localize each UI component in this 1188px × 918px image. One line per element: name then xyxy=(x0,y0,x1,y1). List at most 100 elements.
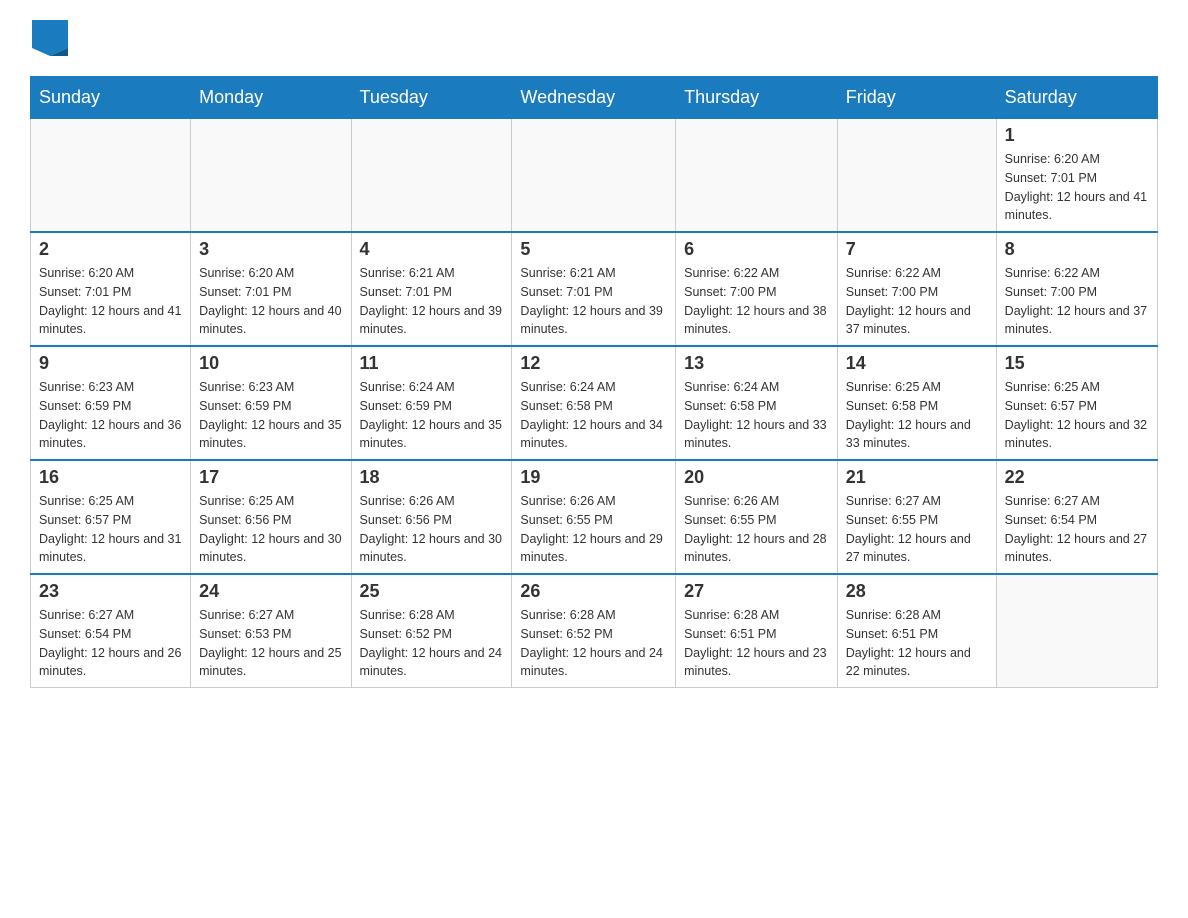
day-of-week-header: Thursday xyxy=(676,77,838,119)
day-number: 16 xyxy=(39,467,182,488)
day-info: Sunrise: 6:23 AM Sunset: 6:59 PM Dayligh… xyxy=(199,378,342,453)
day-number: 23 xyxy=(39,581,182,602)
day-info: Sunrise: 6:27 AM Sunset: 6:53 PM Dayligh… xyxy=(199,606,342,681)
calendar-day-cell xyxy=(512,119,676,233)
day-number: 14 xyxy=(846,353,988,374)
calendar-day-cell: 22 Sunrise: 6:27 AM Sunset: 6:54 PM Dayli… xyxy=(996,460,1157,574)
day-number: 6 xyxy=(684,239,829,260)
day-info: Sunrise: 6:26 AM Sunset: 6:56 PM Dayligh… xyxy=(360,492,504,567)
day-info: Sunrise: 6:24 AM Sunset: 6:58 PM Dayligh… xyxy=(684,378,829,453)
calendar-day-cell xyxy=(191,119,351,233)
day-number: 18 xyxy=(360,467,504,488)
calendar-day-cell: 14 Sunrise: 6:25 AM Sunset: 6:58 PM Dayli… xyxy=(837,346,996,460)
day-number: 27 xyxy=(684,581,829,602)
calendar-day-cell: 16 Sunrise: 6:25 AM Sunset: 6:57 PM Dayli… xyxy=(31,460,191,574)
day-info: Sunrise: 6:22 AM Sunset: 7:00 PM Dayligh… xyxy=(846,264,988,339)
day-number: 10 xyxy=(199,353,342,374)
day-info: Sunrise: 6:26 AM Sunset: 6:55 PM Dayligh… xyxy=(684,492,829,567)
calendar-day-cell: 26 Sunrise: 6:28 AM Sunset: 6:52 PM Dayli… xyxy=(512,574,676,688)
day-of-week-header: Monday xyxy=(191,77,351,119)
calendar-day-cell: 27 Sunrise: 6:28 AM Sunset: 6:51 PM Dayli… xyxy=(676,574,838,688)
day-info: Sunrise: 6:27 AM Sunset: 6:55 PM Dayligh… xyxy=(846,492,988,567)
day-number: 26 xyxy=(520,581,667,602)
day-number: 20 xyxy=(684,467,829,488)
day-info: Sunrise: 6:27 AM Sunset: 6:54 PM Dayligh… xyxy=(39,606,182,681)
logo-icon xyxy=(32,20,68,56)
day-number: 7 xyxy=(846,239,988,260)
day-number: 4 xyxy=(360,239,504,260)
day-info: Sunrise: 6:25 AM Sunset: 6:56 PM Dayligh… xyxy=(199,492,342,567)
day-info: Sunrise: 6:24 AM Sunset: 6:59 PM Dayligh… xyxy=(360,378,504,453)
day-number: 22 xyxy=(1005,467,1149,488)
day-info: Sunrise: 6:27 AM Sunset: 6:54 PM Dayligh… xyxy=(1005,492,1149,567)
calendar-day-cell: 8 Sunrise: 6:22 AM Sunset: 7:00 PM Daylig… xyxy=(996,232,1157,346)
day-number: 25 xyxy=(360,581,504,602)
day-info: Sunrise: 6:23 AM Sunset: 6:59 PM Dayligh… xyxy=(39,378,182,453)
calendar-day-cell: 19 Sunrise: 6:26 AM Sunset: 6:55 PM Dayli… xyxy=(512,460,676,574)
calendar-day-cell: 13 Sunrise: 6:24 AM Sunset: 6:58 PM Dayli… xyxy=(676,346,838,460)
day-number: 11 xyxy=(360,353,504,374)
day-number: 13 xyxy=(684,353,829,374)
calendar-week-row: 2 Sunrise: 6:20 AM Sunset: 7:01 PM Daylig… xyxy=(31,232,1158,346)
day-info: Sunrise: 6:28 AM Sunset: 6:51 PM Dayligh… xyxy=(846,606,988,681)
day-info: Sunrise: 6:20 AM Sunset: 7:01 PM Dayligh… xyxy=(39,264,182,339)
calendar-week-row: 23 Sunrise: 6:27 AM Sunset: 6:54 PM Dayli… xyxy=(31,574,1158,688)
calendar-day-cell xyxy=(351,119,512,233)
day-info: Sunrise: 6:22 AM Sunset: 7:00 PM Dayligh… xyxy=(1005,264,1149,339)
day-info: Sunrise: 6:21 AM Sunset: 7:01 PM Dayligh… xyxy=(360,264,504,339)
calendar-day-cell xyxy=(31,119,191,233)
calendar-day-cell: 28 Sunrise: 6:28 AM Sunset: 6:51 PM Dayli… xyxy=(837,574,996,688)
calendar-day-cell: 1Sunrise: 6:20 AM Sunset: 7:01 PM Daylig… xyxy=(996,119,1157,233)
day-info: Sunrise: 6:28 AM Sunset: 6:51 PM Dayligh… xyxy=(684,606,829,681)
day-of-week-header: Saturday xyxy=(996,77,1157,119)
day-info: Sunrise: 6:26 AM Sunset: 6:55 PM Dayligh… xyxy=(520,492,667,567)
calendar-day-cell xyxy=(676,119,838,233)
day-number: 17 xyxy=(199,467,342,488)
day-info: Sunrise: 6:28 AM Sunset: 6:52 PM Dayligh… xyxy=(520,606,667,681)
calendar-week-row: 9Sunrise: 6:23 AM Sunset: 6:59 PM Daylig… xyxy=(31,346,1158,460)
calendar-header-row: SundayMondayTuesdayWednesdayThursdayFrid… xyxy=(31,77,1158,119)
day-number: 2 xyxy=(39,239,182,260)
day-info: Sunrise: 6:20 AM Sunset: 7:01 PM Dayligh… xyxy=(199,264,342,339)
day-number: 3 xyxy=(199,239,342,260)
calendar-day-cell: 15Sunrise: 6:25 AM Sunset: 6:57 PM Dayli… xyxy=(996,346,1157,460)
day-number: 21 xyxy=(846,467,988,488)
day-of-week-header: Sunday xyxy=(31,77,191,119)
calendar-day-cell: 12 Sunrise: 6:24 AM Sunset: 6:58 PM Dayli… xyxy=(512,346,676,460)
calendar-day-cell: 24Sunrise: 6:27 AM Sunset: 6:53 PM Dayli… xyxy=(191,574,351,688)
day-info: Sunrise: 6:22 AM Sunset: 7:00 PM Dayligh… xyxy=(684,264,829,339)
day-info: Sunrise: 6:20 AM Sunset: 7:01 PM Dayligh… xyxy=(1005,150,1149,225)
calendar-day-cell: 18 Sunrise: 6:26 AM Sunset: 6:56 PM Dayli… xyxy=(351,460,512,574)
day-number: 19 xyxy=(520,467,667,488)
calendar-day-cell: 10 Sunrise: 6:23 AM Sunset: 6:59 PM Dayli… xyxy=(191,346,351,460)
day-of-week-header: Friday xyxy=(837,77,996,119)
calendar-day-cell: 2 Sunrise: 6:20 AM Sunset: 7:01 PM Daylig… xyxy=(31,232,191,346)
calendar-day-cell: 21 Sunrise: 6:27 AM Sunset: 6:55 PM Dayli… xyxy=(837,460,996,574)
calendar-day-cell: 3 Sunrise: 6:20 AM Sunset: 7:01 PM Daylig… xyxy=(191,232,351,346)
day-of-week-header: Wednesday xyxy=(512,77,676,119)
day-of-week-header: Tuesday xyxy=(351,77,512,119)
calendar-day-cell: 25 Sunrise: 6:28 AM Sunset: 6:52 PM Dayli… xyxy=(351,574,512,688)
calendar-table: SundayMondayTuesdayWednesdayThursdayFrid… xyxy=(30,76,1158,688)
page-header xyxy=(30,20,1158,56)
calendar-day-cell: 9Sunrise: 6:23 AM Sunset: 6:59 PM Daylig… xyxy=(31,346,191,460)
day-number: 15 xyxy=(1005,353,1149,374)
day-info: Sunrise: 6:21 AM Sunset: 7:01 PM Dayligh… xyxy=(520,264,667,339)
day-info: Sunrise: 6:28 AM Sunset: 6:52 PM Dayligh… xyxy=(360,606,504,681)
day-number: 12 xyxy=(520,353,667,374)
day-info: Sunrise: 6:24 AM Sunset: 6:58 PM Dayligh… xyxy=(520,378,667,453)
calendar-day-cell: 11 Sunrise: 6:24 AM Sunset: 6:59 PM Dayli… xyxy=(351,346,512,460)
day-number: 8 xyxy=(1005,239,1149,260)
day-info: Sunrise: 6:25 AM Sunset: 6:58 PM Dayligh… xyxy=(846,378,988,453)
calendar-day-cell xyxy=(996,574,1157,688)
calendar-day-cell: 5 Sunrise: 6:21 AM Sunset: 7:01 PM Daylig… xyxy=(512,232,676,346)
day-number: 5 xyxy=(520,239,667,260)
calendar-week-row: 16 Sunrise: 6:25 AM Sunset: 6:57 PM Dayli… xyxy=(31,460,1158,574)
day-info: Sunrise: 6:25 AM Sunset: 6:57 PM Dayligh… xyxy=(39,492,182,567)
day-number: 28 xyxy=(846,581,988,602)
calendar-day-cell xyxy=(837,119,996,233)
logo xyxy=(30,20,70,56)
calendar-day-cell: 20 Sunrise: 6:26 AM Sunset: 6:55 PM Dayli… xyxy=(676,460,838,574)
calendar-day-cell: 7 Sunrise: 6:22 AM Sunset: 7:00 PM Daylig… xyxy=(837,232,996,346)
calendar-day-cell: 23 Sunrise: 6:27 AM Sunset: 6:54 PM Dayli… xyxy=(31,574,191,688)
